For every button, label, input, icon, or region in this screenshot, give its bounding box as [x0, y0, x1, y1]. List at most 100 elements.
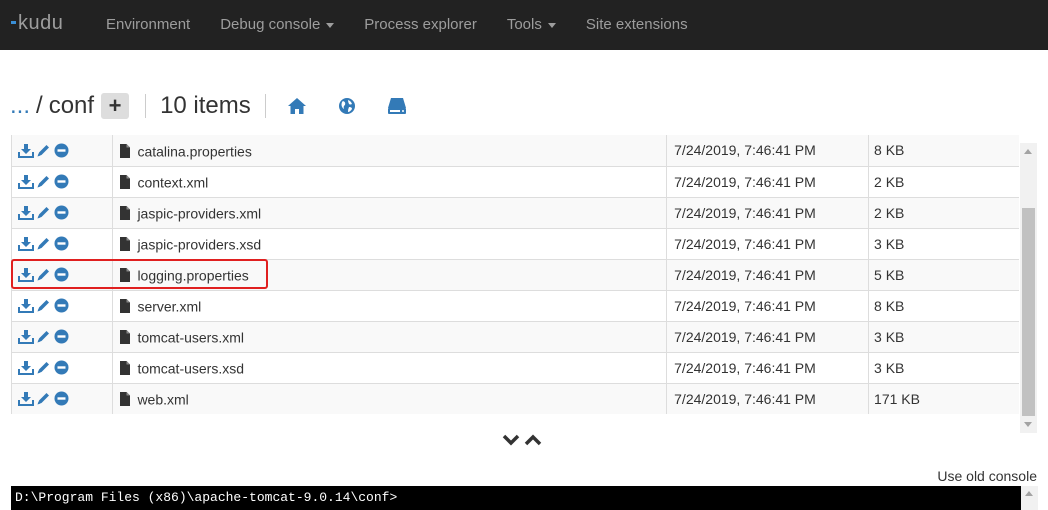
current-folder: conf — [48, 92, 95, 119]
download-icon[interactable] — [18, 329, 35, 345]
delete-icon[interactable] — [54, 267, 71, 283]
file-size: 8 KB — [868, 290, 1019, 322]
delete-icon[interactable] — [54, 205, 71, 221]
scrollbar-thumb[interactable] — [1022, 208, 1035, 416]
top-navbar: kudu Environment Debug console Process e… — [0, 0, 1048, 50]
file-name-link[interactable]: web.xml — [137, 391, 188, 407]
console-prompt[interactable]: D:\Program Files (x86)\apache-tomcat-9.0… — [11, 486, 1021, 510]
table-row: tomcat-users.xsd 7/24/2019, 7:46:41 PM 3 K… — [12, 352, 1019, 384]
drive-icon[interactable] — [386, 95, 408, 117]
file-icon — [119, 143, 131, 158]
file-list-scrollbar[interactable] — [1020, 143, 1037, 433]
delete-icon[interactable] — [54, 143, 71, 159]
file-icon — [119, 392, 131, 407]
add-button[interactable]: + — [101, 93, 130, 119]
download-icon[interactable] — [18, 298, 35, 314]
file-modified: 7/24/2019, 7:46:41 PM — [666, 228, 870, 260]
file-name-link[interactable]: catalina.properties — [137, 143, 251, 159]
nav-item-environment[interactable]: Environment — [91, 0, 205, 50]
file-table: catalina.properties 7/24/2019, 7:46:41 PM… — [12, 135, 1019, 414]
file-name-cell: tomcat-users.xml — [112, 321, 668, 353]
use-old-console-link[interactable]: Use old console — [937, 468, 1037, 484]
table-row: jaspic-providers.xml 7/24/2019, 7:46:41 P… — [12, 197, 1019, 229]
file-name-link[interactable]: context.xml — [137, 174, 208, 190]
row-actions — [12, 228, 114, 260]
delete-icon[interactable] — [54, 391, 71, 407]
breadcrumb-parent-link[interactable]: ... — [10, 92, 30, 120]
scroll-up-icon[interactable] — [1024, 149, 1032, 154]
file-icon — [119, 268, 131, 283]
download-icon[interactable] — [18, 391, 35, 407]
breadcrumb-separator: / — [36, 92, 43, 119]
delete-icon[interactable] — [54, 236, 71, 252]
edit-icon[interactable] — [36, 329, 53, 345]
edit-icon[interactable] — [36, 205, 53, 221]
table-row: web.xml 7/24/2019, 7:46:41 PM 171 KB — [12, 383, 1019, 414]
file-modified: 7/24/2019, 7:46:41 PM — [666, 352, 870, 384]
row-actions — [12, 197, 114, 229]
scroll-up-icon[interactable] — [1025, 491, 1033, 496]
table-row: context.xml 7/24/2019, 7:46:41 PM 2 KB — [12, 166, 1019, 198]
file-name-cell: server.xml — [112, 290, 668, 322]
table-row: tomcat-users.xml 7/24/2019, 7:46:41 PM 3 K… — [12, 321, 1019, 353]
kudu-logo[interactable]: kudu — [0, 0, 91, 50]
file-name-cell: jaspic-providers.xml — [112, 197, 668, 229]
delete-icon[interactable] — [54, 174, 71, 190]
file-name-link[interactable]: server.xml — [137, 298, 201, 314]
file-name-cell: web.xml — [112, 383, 668, 414]
resize-toggle — [502, 433, 546, 453]
nav-item-site-extensions[interactable]: Site extensions — [571, 0, 703, 50]
globe-icon[interactable] — [336, 95, 358, 117]
file-list: catalina.properties 7/24/2019, 7:46:41 PM… — [11, 135, 1019, 414]
nav-item-process-explorer[interactable]: Process explorer — [349, 0, 492, 50]
file-size: 3 KB — [868, 321, 1019, 353]
divider — [145, 94, 147, 118]
file-name-link[interactable]: tomcat-users.xml — [137, 329, 244, 345]
file-name-link[interactable]: logging.properties — [137, 267, 248, 283]
delete-icon[interactable] — [54, 298, 71, 314]
row-actions — [12, 135, 114, 167]
edit-icon[interactable] — [36, 174, 53, 190]
file-icon — [119, 299, 131, 314]
file-modified: 7/24/2019, 7:46:41 PM — [666, 197, 870, 229]
nav-item-tools[interactable]: Tools — [492, 0, 571, 50]
download-icon[interactable] — [18, 174, 35, 190]
edit-icon[interactable] — [36, 143, 53, 159]
table-row: jaspic-providers.xsd 7/24/2019, 7:46:41 P… — [12, 228, 1019, 260]
file-icon — [119, 237, 131, 252]
file-size: 171 KB — [868, 383, 1019, 414]
download-icon[interactable] — [18, 143, 35, 159]
file-icon — [119, 330, 131, 345]
download-icon[interactable] — [18, 360, 35, 376]
row-actions — [12, 259, 114, 291]
download-icon[interactable] — [18, 267, 35, 283]
scroll-down-icon[interactable] — [1024, 422, 1032, 427]
edit-icon[interactable] — [36, 391, 53, 407]
divider — [264, 94, 266, 118]
download-icon[interactable] — [18, 236, 35, 252]
chevron-down-icon — [547, 22, 556, 28]
file-modified: 7/24/2019, 7:46:41 PM — [666, 166, 870, 198]
download-icon[interactable] — [18, 205, 35, 221]
chevron-down-icon — [326, 22, 335, 28]
file-name-link[interactable]: tomcat-users.xsd — [137, 360, 244, 376]
delete-icon[interactable] — [54, 329, 71, 345]
file-name-cell: catalina.properties — [112, 135, 668, 167]
file-name-cell: jaspic-providers.xsd — [112, 228, 668, 260]
console-scrollbar[interactable] — [1021, 486, 1038, 510]
file-icon — [119, 206, 131, 221]
edit-icon[interactable] — [36, 360, 53, 376]
chevron-up-icon[interactable] — [524, 433, 542, 453]
file-size: 2 KB — [868, 197, 1019, 229]
edit-icon[interactable] — [36, 267, 53, 283]
home-icon[interactable] — [286, 95, 308, 117]
chevron-down-icon[interactable] — [502, 433, 520, 453]
edit-icon[interactable] — [36, 236, 53, 252]
delete-icon[interactable] — [54, 360, 71, 376]
file-name-link[interactable]: jaspic-providers.xml — [137, 205, 261, 221]
file-size: 5 KB — [868, 259, 1019, 291]
file-name-link[interactable]: jaspic-providers.xsd — [137, 236, 261, 252]
table-row: logging.properties 7/24/2019, 7:46:41 PM 5… — [12, 259, 1019, 291]
nav-item-debug-console[interactable]: Debug console — [205, 0, 349, 50]
edit-icon[interactable] — [36, 298, 53, 314]
